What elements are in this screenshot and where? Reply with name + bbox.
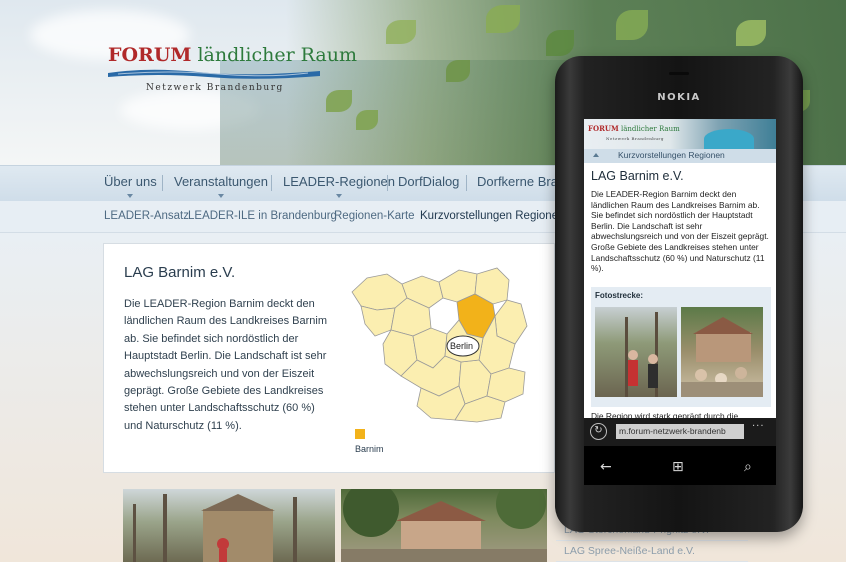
nav-item-label: DorfDialog <box>398 174 460 189</box>
mobile-description: Die LEADER-Region Barnim deckt den ländl… <box>591 189 769 274</box>
chevron-down-icon <box>217 194 224 198</box>
logo-subtitle: Netzwerk Brandenburg <box>146 83 284 93</box>
legend-label: Barnim <box>355 444 384 454</box>
gallery-thumbnail[interactable] <box>595 307 677 397</box>
mobile-logo-subtitle: Netzwerk Brandenburg <box>606 136 664 141</box>
photo-village-image <box>133 494 297 562</box>
more-options-icon[interactable]: ... <box>752 418 765 429</box>
mobile-page-title: LAG Barnim e.V. <box>591 169 684 183</box>
mobile-content: LAG Barnim e.V. Die LEADER-Region Barnim… <box>584 163 776 421</box>
region-map[interactable]: Berlin Barnim <box>347 264 557 464</box>
mobile-logo[interactable]: FORUM ländlicher Raum <box>588 124 680 133</box>
photo-gathering-image <box>341 489 547 562</box>
region-description: Die LEADER-Region Barnim deckt den ländl… <box>124 298 327 432</box>
logo-forum-text: FORUM <box>108 44 192 66</box>
browser-address-bar: ↻ m.forum-netzwerk-brandenb ... <box>584 418 776 446</box>
mobile-photo-gallery: Fotostrecke: <box>591 287 771 407</box>
logo-swoosh-icon <box>108 69 320 79</box>
chevron-down-icon <box>336 194 342 198</box>
gallery-thumbnail[interactable] <box>681 307 763 397</box>
url-input[interactable]: m.forum-netzwerk-brandenb <box>616 424 744 439</box>
nav-item-label: Über uns <box>104 174 157 189</box>
nav-item-label: Veranstaltungen <box>174 174 268 189</box>
legend-swatch <box>355 429 365 439</box>
subnav-item-leader-ile[interactable]: LEADER-ILE in Brandenburg <box>188 210 337 222</box>
chevron-up-icon[interactable] <box>593 153 599 157</box>
phone-speaker <box>669 72 689 75</box>
nav-divider <box>271 175 272 191</box>
boat-image <box>704 129 754 149</box>
photo-village[interactable] <box>123 489 335 562</box>
subnav-item-kurzvorstellungen[interactable]: Kurzvorstellungen Regionen <box>420 210 564 222</box>
mobile-nav-label: Kurzvorstellungen Regionen <box>618 150 725 160</box>
logo-rest-text: ländlicher Raum <box>197 44 358 66</box>
thumbnail-image <box>625 312 658 397</box>
site-logo[interactable]: FORUM ländlicher Raum Netzwerk Brandenbu… <box>108 44 357 93</box>
phone-screen: FORUM ländlicher Raum Netzwerk Brandenbu… <box>584 119 776 485</box>
nav-item-veranstaltungen[interactable]: Veranstaltungen <box>174 174 268 198</box>
nav-divider <box>387 175 388 191</box>
nav-item-dorfdialog[interactable]: DorfDialog <box>398 174 459 189</box>
nav-item-leader-regionen[interactable]: LEADER-Regionen <box>283 174 396 198</box>
nav-item-ueber-uns[interactable]: Über uns <box>104 174 157 198</box>
mobile-header: FORUM ländlicher Raum Netzwerk Brandenbu… <box>584 119 776 149</box>
photo-gathering[interactable] <box>341 489 547 562</box>
mobile-nav[interactable]: Kurzvorstellungen Regionen <box>584 149 776 163</box>
refresh-icon[interactable]: ↻ <box>590 423 607 440</box>
nav-item-label: Dorfkerne Bran <box>477 174 566 189</box>
brandenburg-map[interactable]: Berlin <box>347 264 557 424</box>
phone-softkeys: ← ⊞ ⌕ <box>584 456 776 482</box>
region-link[interactable]: LAG Spree-Neiße-Land e.V. <box>556 541 748 562</box>
logo-title: FORUM ländlicher Raum <box>108 44 357 66</box>
back-arrow-icon[interactable]: ← <box>600 459 612 475</box>
region-card: LAG Barnim e.V. Die LEADER-Region Barnim… <box>103 243 555 473</box>
map-regions <box>351 267 528 423</box>
berlin-label: Berlin <box>450 341 473 351</box>
phone-brand-label: NOKIA <box>657 92 701 103</box>
subnav-item-leader-ansatz[interactable]: LEADER-Ansatz <box>104 210 189 222</box>
nav-divider <box>162 175 163 191</box>
nokia-phone: NOKIA FORUM ländlicher Raum Netzwerk Bra… <box>555 56 803 532</box>
windows-start-icon[interactable]: ⊞ <box>672 459 684 475</box>
nav-divider <box>466 175 467 191</box>
thumbnail-image <box>681 317 763 397</box>
gallery-label: Fotostrecke: <box>595 291 644 300</box>
nav-item-label: LEADER-Regionen <box>283 174 396 189</box>
search-icon[interactable]: ⌕ <box>744 459 752 475</box>
map-region[interactable] <box>486 367 526 403</box>
chevron-down-icon <box>127 194 134 198</box>
mobile-logo-rest: ländlicher Raum <box>620 125 680 133</box>
nav-item-dorfkerne[interactable]: Dorfkerne Bran <box>477 174 565 189</box>
mobile-logo-forum: FORUM <box>588 124 619 133</box>
page-title: LAG Barnim e.V. <box>124 264 236 281</box>
subnav-item-regionen-karte[interactable]: Regionen-Karte <box>334 210 415 222</box>
